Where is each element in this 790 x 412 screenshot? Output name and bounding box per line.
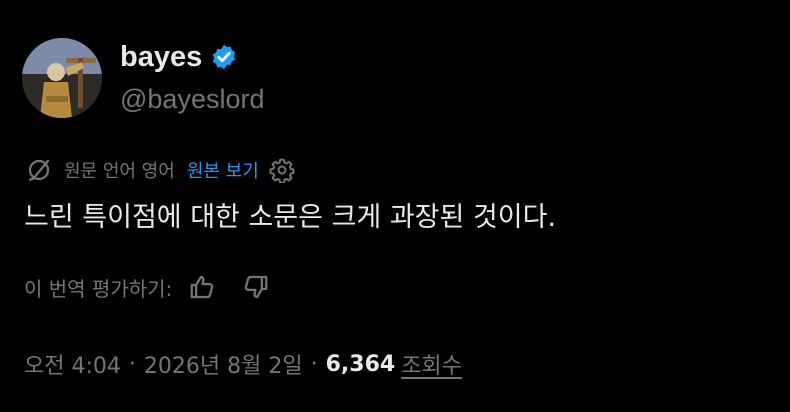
author-handle[interactable]: @bayeslord	[120, 81, 264, 117]
thumbs-down-icon[interactable]	[240, 272, 270, 302]
name-row: bayes	[120, 39, 264, 75]
tweet-text: 느린 특이점에 대한 소문은 크게 과장된 것이다.	[24, 202, 557, 233]
views-label[interactable]: 조회수	[401, 348, 462, 380]
meta-separator: ·	[128, 351, 136, 377]
verified-badge-icon[interactable]	[210, 43, 238, 71]
meta-separator: ·	[310, 351, 318, 377]
tweet-time[interactable]: 오전 4:04	[24, 348, 121, 380]
author-names: bayes @bayeslord	[120, 39, 264, 117]
translate-icon	[24, 155, 54, 185]
thumbs-up-icon[interactable]	[188, 272, 218, 302]
translation-source-label: 원문 언어 영어	[64, 161, 175, 182]
views-count[interactable]: 6,364	[326, 352, 396, 377]
display-name[interactable]: bayes	[120, 39, 202, 75]
translation-rating: 이 번역 평가하기:	[24, 272, 270, 302]
gear-icon[interactable]	[269, 157, 295, 184]
tweet-date[interactable]: 2026년 8월 2일	[144, 348, 303, 380]
translation-bar: 원문 언어 영어 원본 보기	[24, 155, 295, 185]
avatar[interactable]	[22, 38, 102, 118]
tweet-meta: 오전 4:04 · 2026년 8월 2일 · 6,364 조회수	[24, 348, 462, 380]
show-original-link[interactable]: 원본 보기	[187, 157, 259, 183]
rate-translation-label: 이 번역 평가하기:	[24, 276, 173, 301]
tweet-header: bayes @bayeslord	[22, 38, 264, 118]
